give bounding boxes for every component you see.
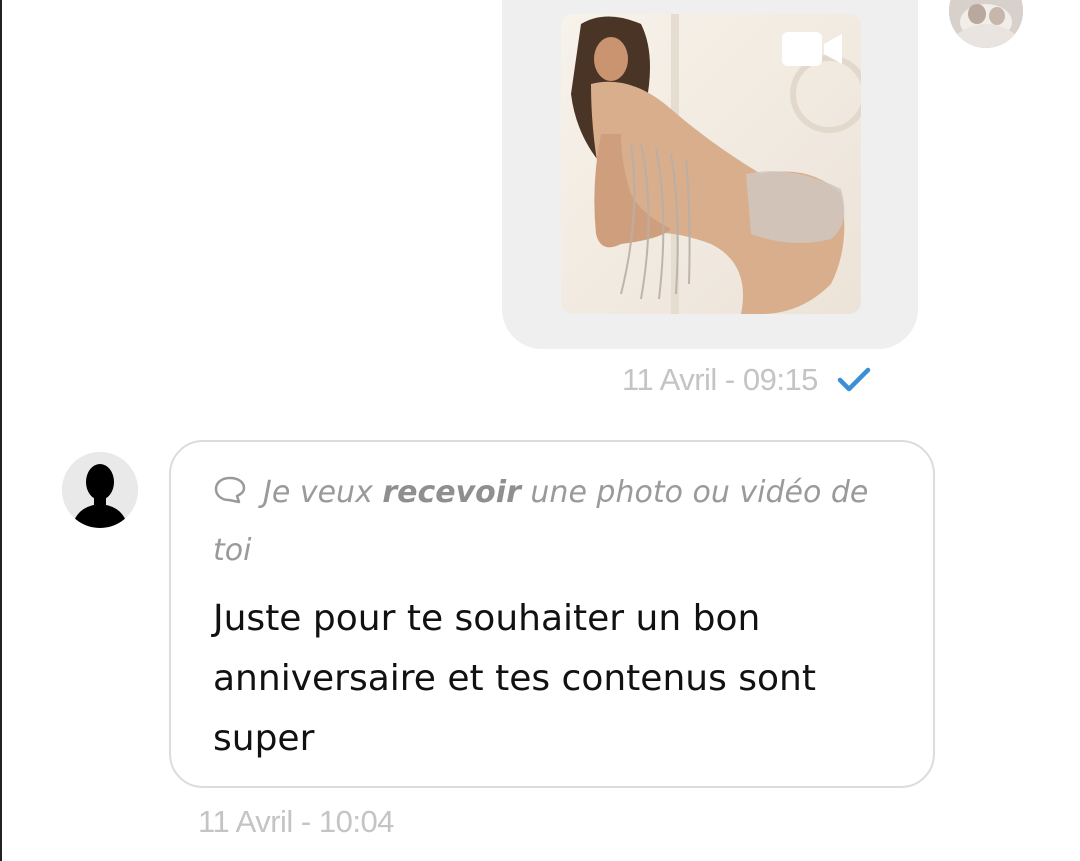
request-tag: Je veux recevoir une photo ou vidéo de t… bbox=[213, 464, 903, 580]
chat-thread: 11 Avril - 09:15 Je veux recevoir une ph… bbox=[0, 0, 1080, 861]
video-camera-icon bbox=[782, 32, 842, 66]
request-prefix: Je veux bbox=[263, 475, 383, 510]
sender-avatar[interactable] bbox=[949, 0, 1023, 48]
outgoing-message-meta: 11 Avril - 09:15 bbox=[622, 360, 872, 400]
incoming-message-meta: 11 Avril - 10:04 bbox=[198, 802, 394, 842]
message-timestamp: 11 Avril - 10:04 bbox=[198, 804, 394, 839]
checkmark-icon bbox=[837, 367, 871, 392]
contact-avatar[interactable] bbox=[62, 452, 138, 528]
message-timestamp: 11 Avril - 09:15 bbox=[622, 362, 818, 397]
chat-bubble-icon bbox=[214, 476, 246, 504]
message-text: Juste pour te souhaiter un bon anniversa… bbox=[213, 598, 816, 759]
request-emphasis: recevoir bbox=[382, 475, 521, 510]
